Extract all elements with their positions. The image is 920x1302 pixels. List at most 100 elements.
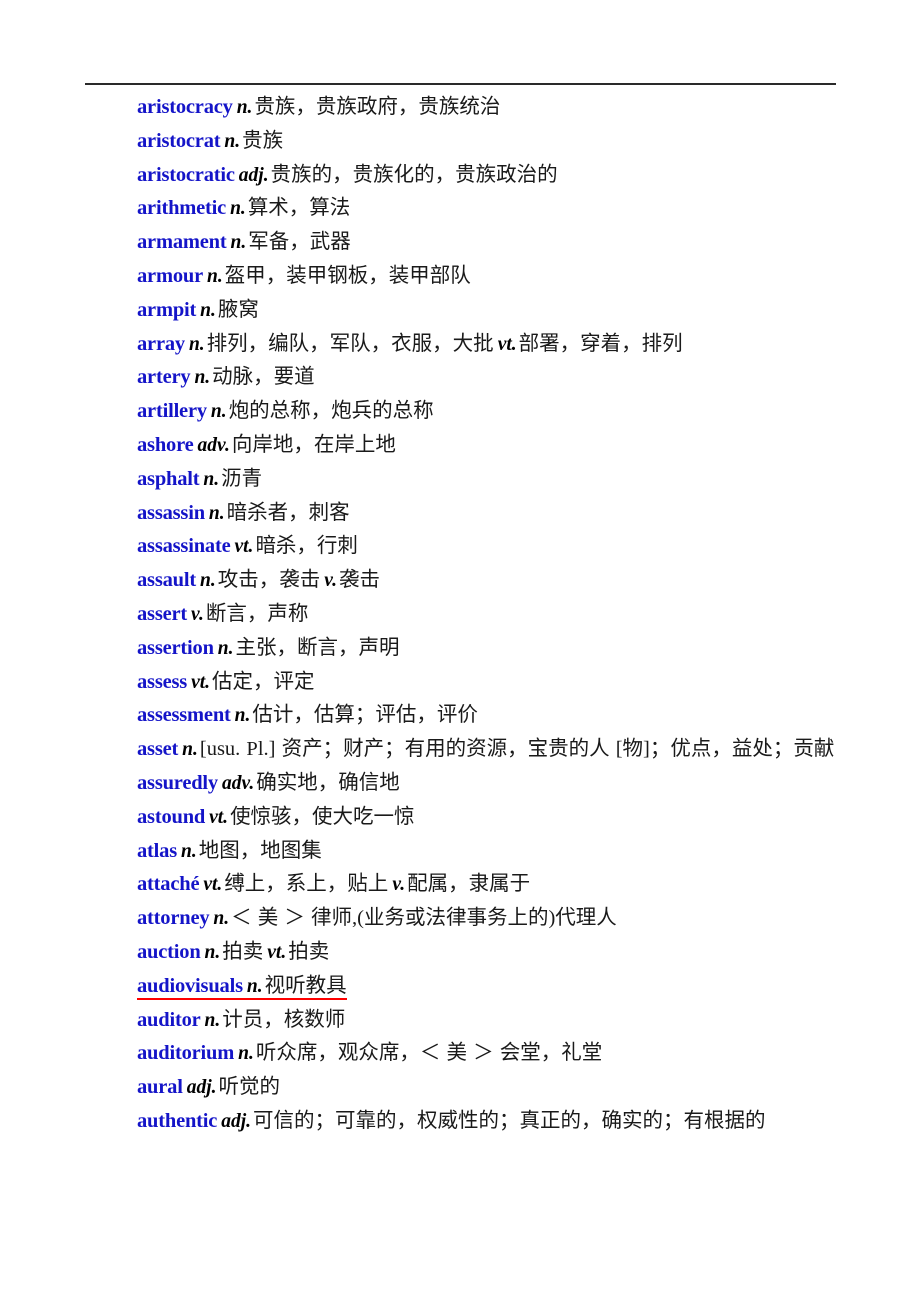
- dictionary-entry: aristocracy n.贵族，贵族政府，贵族统治: [85, 91, 845, 125]
- entry-headword: armpit: [137, 298, 197, 321]
- entry-definition-secondary: 袭击: [339, 569, 381, 592]
- entry-content: attaché vt.缚上，系上，贴上 v.配属，隶属于: [137, 873, 530, 895]
- entry-headword: ashore: [137, 433, 194, 456]
- entry-part-of-speech: vt.: [209, 806, 229, 828]
- entry-definition: 暗杀者，刺客: [226, 501, 350, 524]
- entry-definition: 盔甲，装甲钢板，装甲部队: [224, 264, 471, 287]
- entry-headword: attaché: [137, 873, 200, 896]
- entry-content: assuredly adv.确实地，确信地: [137, 772, 400, 794]
- entry-content: assert v.断言，声称: [137, 603, 308, 625]
- entry-headword: aristocratic: [137, 163, 235, 186]
- entry-headword: assessment: [137, 704, 231, 727]
- entry-content: armpit n.腋窝: [137, 299, 259, 321]
- entry-part-of-speech: adv.: [197, 434, 230, 456]
- entry-definition: 动脉，要道: [212, 366, 315, 389]
- entry-part-of-speech: n.: [224, 130, 241, 152]
- entry-part-of-speech: n.: [206, 265, 223, 287]
- entry-content: aristocrat n.贵族: [137, 130, 283, 152]
- dictionary-entry: attaché vt.缚上，系上，贴上 v.配属，隶属于: [85, 868, 845, 902]
- entry-definition: 地图，地图集: [198, 839, 322, 862]
- dictionary-entry: attorney n.＜ 美 ＞ 律师,(业务或法律事务上的)代理人: [85, 902, 845, 936]
- entry-content: aural adj.听觉的: [137, 1076, 280, 1098]
- entry-content: assertion n.主张，断言，声明: [137, 637, 400, 659]
- entry-headword: auditor: [137, 1008, 201, 1031]
- entry-headword: asphalt: [137, 467, 200, 490]
- entry-definition: 缚上，系上，贴上: [224, 873, 389, 896]
- entry-headword: assassin: [137, 501, 205, 524]
- entry-headword: aural: [137, 1076, 183, 1099]
- entry-content: auditorium n.听众席，观众席，＜ 美 ＞ 会堂，礼堂: [137, 1042, 602, 1064]
- entry-part-of-speech: n.: [213, 908, 230, 930]
- entry-content: auditor n.计员，核数师: [137, 1009, 345, 1031]
- entry-headword: astound: [137, 805, 206, 828]
- entry-part-of-speech: n.: [181, 840, 197, 862]
- dictionary-entry: artillery n.炮的总称，炮兵的总称: [85, 395, 845, 429]
- entry-definition: 断言，声称: [205, 602, 309, 625]
- entry-headword: aristocrat: [137, 129, 221, 152]
- entry-headword: assault: [137, 569, 196, 592]
- entry-definition: 确实地，确信地: [256, 771, 400, 794]
- entry-part-of-speech: n.: [182, 739, 198, 761]
- entry-part-of-speech: n.: [204, 941, 221, 963]
- dictionary-entry: assertion n.主张，断言，声明: [85, 632, 845, 666]
- entry-part-of-speech: adj.: [186, 1077, 217, 1099]
- entry-part-of-speech: n.: [199, 570, 216, 592]
- entry-content: assault n.攻击，袭击 v.袭击: [137, 569, 380, 591]
- entry-content: armour n.盔甲，装甲钢板，装甲部队: [137, 265, 471, 287]
- entry-part-of-speech: adj.: [238, 164, 269, 186]
- entry-definition-secondary: 配属，隶属于: [407, 873, 531, 896]
- entry-content: asset n.[usu. Pl.] 资产；财产；有用的资源，宝贵的人 [物]；优…: [137, 738, 834, 760]
- entry-definition: 听众席，观众席，＜ 美 ＞ 会堂，礼堂: [255, 1042, 603, 1065]
- dictionary-entry: astound vt.使惊骇，使大吃一惊: [85, 801, 845, 835]
- entry-headword: auction: [137, 940, 201, 963]
- entry-content: aristocracy n.贵族，贵族政府，贵族统治: [137, 96, 500, 118]
- entry-definition: [usu. Pl.] 资产；财产；有用的资源，宝贵的人 [物]；优点，益处；贡献: [199, 738, 835, 761]
- entry-definition: 估定，评定: [212, 670, 315, 693]
- entry-definition-secondary: 部署，穿着，排列: [518, 332, 683, 355]
- dictionary-entry: assess vt.估定，评定: [85, 666, 845, 700]
- entry-definition: 视听教具: [264, 974, 347, 997]
- dictionary-entry: auction n.拍卖 vt.拍卖: [85, 936, 845, 970]
- dictionary-entry: assassin n.暗杀者，刺客: [85, 497, 845, 531]
- entry-definition: 军备，武器: [248, 231, 351, 254]
- dictionary-entry: audiovisuals n.视听教具: [85, 970, 845, 1004]
- entry-headword: assuredly: [137, 771, 218, 794]
- dictionary-entry: armpit n.腋窝: [85, 294, 845, 328]
- entry-headword: armour: [137, 264, 203, 287]
- entry-definition: 听觉的: [218, 1076, 281, 1099]
- entry-content: assassin n.暗杀者，刺客: [137, 502, 350, 524]
- dictionary-entry: asphalt n.沥青: [85, 463, 845, 497]
- entry-part-of-speech-secondary: v.: [392, 874, 406, 896]
- entry-content: attorney n.＜ 美 ＞ 律师,(业务或法律事务上的)代理人: [137, 907, 617, 929]
- entry-content: asphalt n.沥青: [137, 468, 262, 490]
- dictionary-entry: aristocrat n.贵族: [85, 125, 845, 159]
- entry-part-of-speech: n.: [234, 705, 251, 727]
- entry-part-of-speech: adv.: [221, 772, 255, 794]
- dictionary-entry: auditorium n.听众席，观众席，＜ 美 ＞ 会堂，礼堂: [85, 1037, 845, 1071]
- entry-content: assessment n.估计，估算；评估，评价: [137, 704, 478, 726]
- entry-definition: 算术，算法: [247, 197, 351, 220]
- entry-content: auction n.拍卖 vt.拍卖: [137, 941, 329, 963]
- dictionary-entry: aural adj.听觉的: [85, 1071, 845, 1105]
- dictionary-entry: asset n.[usu. Pl.] 资产；财产；有用的资源，宝贵的人 [物]；优…: [85, 733, 845, 767]
- entry-part-of-speech: vt.: [203, 874, 223, 896]
- entry-part-of-speech: n.: [246, 975, 263, 997]
- entry-definition: 暗杀，行刺: [255, 535, 358, 558]
- dictionary-entry: assert v.断言，声称: [85, 598, 845, 632]
- document-page: aristocracy n.贵族，贵族政府，贵族统治 aristocrat n.贵族 a…: [0, 0, 920, 1302]
- entry-definition: ＜ 美 ＞ 律师,(业务或法律事务上的)代理人: [231, 907, 617, 930]
- dictionary-entry: ashore adv.向岸地，在岸上地: [85, 429, 845, 463]
- entry-part-of-speech: n.: [188, 333, 205, 355]
- dictionary-entry: assuredly adv.确实地，确信地: [85, 767, 845, 801]
- dictionary-entry: atlas n.地图，地图集: [85, 835, 845, 869]
- entry-headword: attorney: [137, 907, 210, 930]
- entry-definition: 攻击，袭击: [217, 569, 321, 592]
- entry-content: authentic adj.可信的；可靠的，权威性的；真正的，确实的；有根据的: [137, 1110, 766, 1132]
- entry-part-of-speech-secondary: vt.: [497, 333, 517, 355]
- entry-headword: array: [137, 332, 185, 355]
- entry-definition: 估计，估算；评估，评价: [252, 704, 478, 727]
- entry-part-of-speech: vt.: [191, 671, 211, 693]
- entry-definition: 贵族，贵族政府，贵族统治: [254, 96, 501, 118]
- entry-definition: 腋窝: [217, 298, 259, 321]
- entry-content: assess vt.估定，评定: [137, 671, 315, 693]
